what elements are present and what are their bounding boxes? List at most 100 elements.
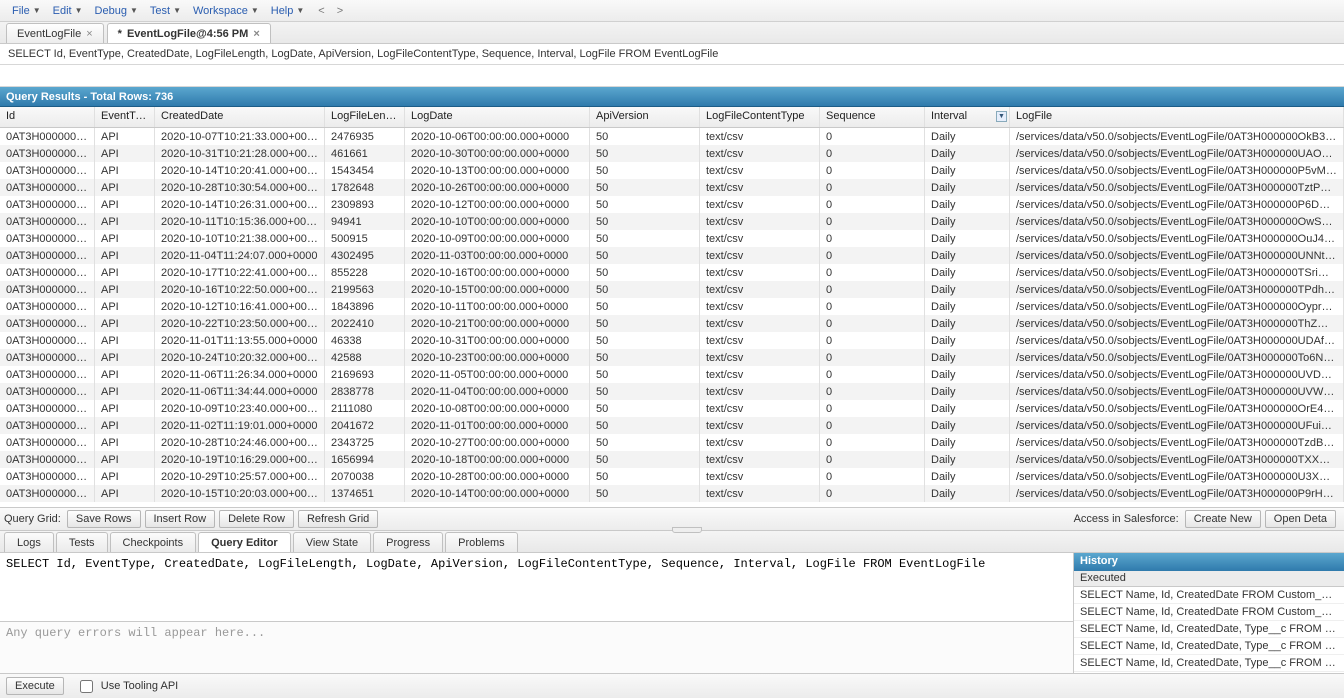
cell-apiversion: 50 [590, 349, 700, 366]
column-header-apiversion[interactable]: ApiVersion [590, 107, 700, 127]
menu-file[interactable]: File ▼ [6, 3, 47, 19]
cell-sequence: 0 [820, 179, 925, 196]
table-row[interactable]: 0AT3H000000UV...API2020-11-06T11:34:44.0… [0, 383, 1344, 400]
open-deta-button[interactable]: Open Deta [1265, 510, 1336, 528]
cell-createddate: 2020-11-06T11:34:44.000+0000 [155, 383, 325, 400]
column-header-interval[interactable]: Interval▼ [925, 107, 1010, 127]
history-item[interactable]: SELECT Name, Id, CreatedDate, Type__c FR… [1074, 655, 1344, 672]
table-row[interactable]: 0AT3H000000UD...API2020-11-01T11:13:55.0… [0, 332, 1344, 349]
table-row[interactable]: 0AT3H000000TX...API2020-10-19T10:16:29.0… [0, 451, 1344, 468]
cell-eventtype: API [95, 298, 155, 315]
bottom-tab-progress[interactable]: Progress [373, 532, 443, 552]
cell-apiversion: 50 [590, 247, 700, 264]
bottom-tab-query-editor[interactable]: Query Editor [198, 532, 291, 552]
cell-apiversion: 50 [590, 400, 700, 417]
table-row[interactable]: 0AT3H000000U3...API2020-10-29T10:25:57.0… [0, 468, 1344, 485]
table-row[interactable]: 0AT3H000000Th...API2020-10-22T10:23:50.0… [0, 315, 1344, 332]
table-row[interactable]: 0AT3H000000Oy...API2020-10-12T10:16:41.0… [0, 298, 1344, 315]
cell-logfilecontenttype: text/csv [700, 349, 820, 366]
column-header-logdate[interactable]: LogDate [405, 107, 590, 127]
tab-eventlogfile[interactable]: EventLogFile × [6, 23, 104, 43]
cell-logfilecontenttype: text/csv [700, 247, 820, 264]
cell-eventtype: API [95, 247, 155, 264]
cell-logfilelength: 4302495 [325, 247, 405, 264]
table-row[interactable]: 0AT3H000000P9r...API2020-10-15T10:20:03.… [0, 485, 1344, 502]
column-menu-icon[interactable]: ▼ [996, 111, 1007, 122]
table-row[interactable]: 0AT3H000000Tzd...API2020-10-28T10:24:46.… [0, 434, 1344, 451]
table-row[interactable]: 0AT3H000000UA...API2020-10-31T10:21:28.0… [0, 145, 1344, 162]
cell-logfilelength: 2476935 [325, 128, 405, 145]
table-row[interactable]: 0AT3H000000Or...API2020-10-09T10:23:40.0… [0, 400, 1344, 417]
history-item[interactable]: SELECT Name, Id, CreatedDate, Type__c FR… [1074, 638, 1344, 655]
table-row[interactable]: 0AT3H000000UV...API2020-11-06T11:26:34.0… [0, 366, 1344, 383]
table-row[interactable]: 0AT3H000000P6...API2020-10-14T10:26:31.0… [0, 196, 1344, 213]
create-new-button[interactable]: Create New [1185, 510, 1261, 528]
caret-down-icon: ▼ [33, 6, 41, 15]
column-header-createddate[interactable]: CreatedDate [155, 107, 325, 127]
table-row[interactable]: 0AT3H000000TP...API2020-10-16T10:22:50.0… [0, 281, 1344, 298]
use-tooling-api-checkbox[interactable] [80, 680, 93, 693]
cell-apiversion: 50 [590, 213, 700, 230]
insert-row-button[interactable]: Insert Row [145, 510, 216, 528]
history-item[interactable]: SELECT Name, Id, CreatedDate, Type__c FR… [1074, 621, 1344, 638]
table-row[interactable]: 0AT3H000000To6...API2020-10-24T10:20:32.… [0, 349, 1344, 366]
cell-interval: Daily [925, 366, 1010, 383]
cell-interval: Daily [925, 298, 1010, 315]
cell-eventtype: API [95, 366, 155, 383]
cell-id: 0AT3H000000UA... [0, 145, 95, 162]
cell-logdate: 2020-10-11T00:00:00.000+0000 [405, 298, 590, 315]
cell-createddate: 2020-10-12T10:16:41.000+0000 [155, 298, 325, 315]
history-item[interactable]: SELECT Name, Id, CreatedDate FROM Custom… [1074, 604, 1344, 621]
tab-eventlogfile-4-56-pm[interactable]: * EventLogFile@4:56 PM × [107, 23, 271, 43]
cell-id: 0AT3H000000U3... [0, 468, 95, 485]
menu-debug[interactable]: Debug ▼ [89, 3, 144, 19]
bottom-tab-logs[interactable]: Logs [4, 532, 54, 552]
menu-test[interactable]: Test ▼ [144, 3, 187, 19]
column-header-logfile[interactable]: LogFile [1010, 107, 1344, 127]
results-header: Query Results - Total Rows: 736 [0, 87, 1344, 107]
menu-help[interactable]: Help ▼ [265, 3, 311, 19]
panel-drag-handle[interactable] [672, 527, 702, 533]
cell-createddate: 2020-10-15T10:20:03.000+0000 [155, 485, 325, 502]
refresh-grid-button[interactable]: Refresh Grid [298, 510, 378, 528]
bottom-tab-problems[interactable]: Problems [445, 532, 517, 552]
cell-logfilecontenttype: text/csv [700, 315, 820, 332]
cell-interval: Daily [925, 230, 1010, 247]
cell-interval: Daily [925, 417, 1010, 434]
close-icon[interactable]: × [86, 28, 92, 40]
close-icon[interactable]: × [253, 28, 259, 40]
column-header-logfilelength[interactable]: LogFileLength [325, 107, 405, 127]
nav-prev-button[interactable]: < [314, 5, 328, 17]
bottom-tab-tests[interactable]: Tests [56, 532, 108, 552]
cell-logfilelength: 2199563 [325, 281, 405, 298]
column-header-sequence[interactable]: Sequence [820, 107, 925, 127]
table-row[interactable]: 0AT3H000000Tzt...API2020-10-28T10:30:54.… [0, 179, 1344, 196]
table-row[interactable]: 0AT3H000000TSr...API2020-10-17T10:22:41.… [0, 264, 1344, 281]
column-header-logfilecontenttype[interactable]: LogFileContentType [700, 107, 820, 127]
history-item[interactable]: SELECT Name, Id, CreatedDate FROM Custom… [1074, 587, 1344, 604]
cell-logfilelength: 2838778 [325, 383, 405, 400]
bottom-tab-checkpoints[interactable]: Checkpoints [110, 532, 197, 552]
column-header-id[interactable]: Id [0, 107, 95, 127]
bottom-tab-view-state[interactable]: View State [293, 532, 371, 552]
menu-workspace[interactable]: Workspace ▼ [187, 3, 265, 19]
save-rows-button[interactable]: Save Rows [67, 510, 141, 528]
tab-label: EventLogFile [17, 28, 81, 40]
table-row[interactable]: 0AT3H000000Ou...API2020-10-10T10:21:38.0… [0, 230, 1344, 247]
table-row[interactable]: 0AT3H000000P5...API2020-10-14T10:20:41.0… [0, 162, 1344, 179]
execute-bar: Execute Use Tooling API [0, 673, 1344, 698]
menu-edit[interactable]: Edit ▼ [47, 3, 89, 19]
execute-button[interactable]: Execute [6, 677, 64, 695]
table-row[interactable]: 0AT3H000000UF...API2020-11-02T11:19:01.0… [0, 417, 1344, 434]
query-editor-input[interactable] [0, 553, 1073, 621]
table-row[interactable]: 0AT3H000000UN...API2020-11-04T11:24:07.0… [0, 247, 1344, 264]
cell-logfilecontenttype: text/csv [700, 230, 820, 247]
table-row[interactable]: 0AT3H000000Ok...API2020-10-07T10:21:33.0… [0, 128, 1344, 145]
cell-logfilelength: 500915 [325, 230, 405, 247]
cell-interval: Daily [925, 349, 1010, 366]
table-row[interactable]: 0AT3H000000Ow...API2020-10-11T10:15:36.0… [0, 213, 1344, 230]
column-header-eventtype[interactable]: EventType [95, 107, 155, 127]
nav-next-button[interactable]: > [333, 5, 347, 17]
delete-row-button[interactable]: Delete Row [219, 510, 294, 528]
cell-logdate: 2020-10-27T00:00:00.000+0000 [405, 434, 590, 451]
